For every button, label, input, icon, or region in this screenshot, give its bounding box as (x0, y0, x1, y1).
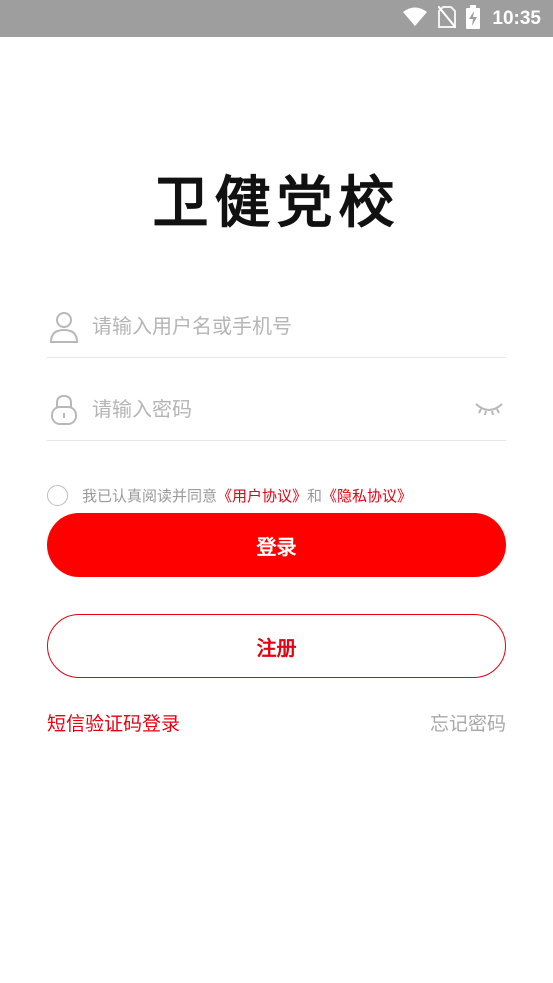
user-agreement-link[interactable]: 《用户协议》 (217, 485, 307, 506)
status-bar: 10:35 (0, 0, 553, 37)
eye-closed-icon[interactable] (474, 398, 504, 420)
agreement-prefix: 我已认真阅读并同意 (82, 486, 218, 505)
register-button[interactable]: 注册 (47, 614, 506, 678)
login-button[interactable]: 登录 (47, 513, 506, 577)
forgot-password-link[interactable]: 忘记密码 (430, 709, 506, 736)
status-time: 10:35 (492, 7, 541, 29)
user-icon (49, 311, 79, 343)
wifi-icon (402, 7, 428, 31)
agreement-row: 我已认真阅读并同意 《用户协议》 和 《隐私协议》 (47, 482, 517, 508)
agreement-conjunction: 和 (307, 486, 323, 505)
no-sim-icon (437, 4, 458, 32)
battery-charging-icon (466, 4, 481, 33)
password-input[interactable] (92, 390, 462, 428)
password-field (47, 380, 506, 441)
status-icons: 10:35 (402, 0, 541, 37)
username-input[interactable] (92, 307, 462, 345)
sms-login-link[interactable]: 短信验证码登录 (47, 709, 180, 736)
agreement-checkbox[interactable] (47, 484, 68, 506)
username-field (47, 297, 506, 358)
lock-icon (49, 394, 79, 426)
app-logo: 卫健党校 (152, 170, 401, 236)
privacy-policy-link[interactable]: 《隐私协议》 (322, 485, 412, 506)
